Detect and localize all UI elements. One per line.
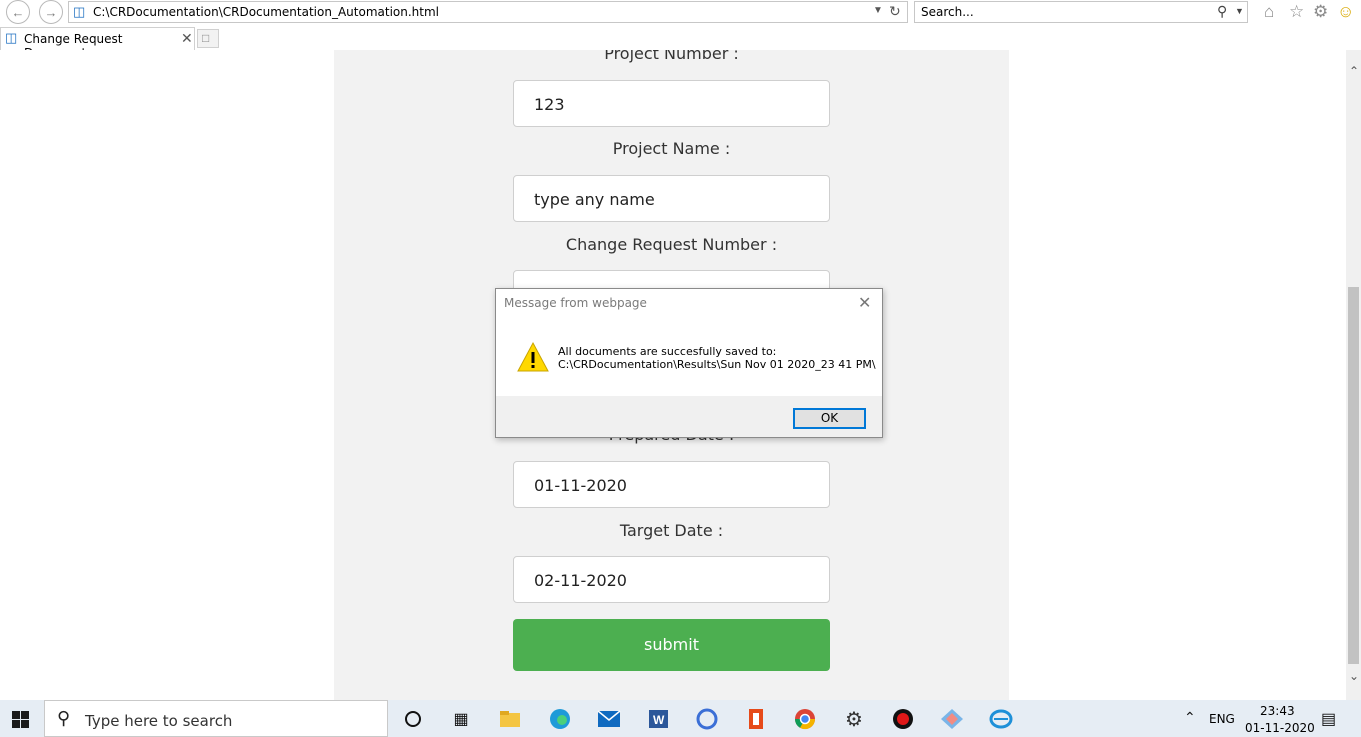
clock-time[interactable]: 23:43 [1260,704,1295,718]
windows-taskbar: ⚲ Type here to search ▦ W ⚙ ⌃ ENG 23:43 … [0,700,1361,737]
dialog-title: Message from webpage [504,296,647,310]
browser-tab[interactable]: ◫ Change Request Document... ✕ [0,27,195,60]
refresh-icon[interactable]: ↻ [889,3,901,20]
forward-icon: → [44,4,58,20]
back-icon: ← [11,4,25,20]
task-view-icon[interactable]: ▦ [449,708,473,730]
dialog-close-icon[interactable]: ✕ [858,293,871,313]
back-button[interactable]: ← [6,0,30,24]
taskbar-search-placeholder: Type here to search [85,712,233,730]
prepared-date-input[interactable]: 01-11-2020 [513,461,830,508]
scroll-up-icon[interactable]: ⌃ [1349,64,1359,78]
ok-button[interactable]: OK [793,408,866,429]
browser-chrome: ← → ◫ C:\CRDocumentation\CRDocumentation… [0,0,1361,60]
home-icon[interactable]: ⌂ [1264,2,1274,22]
dialog-message-line1: All documents are succesfully saved to: [558,345,777,358]
chevron-up-icon[interactable]: ⌃ [1184,709,1196,726]
project-number-label: Project Number : [604,50,739,63]
forward-button[interactable]: → [39,0,63,24]
word-icon[interactable]: W [646,708,670,730]
snip-tool-icon[interactable] [940,708,964,730]
new-tab-icon: □ [202,31,210,45]
ie-tab-icon: ◫ [5,30,18,45]
office-icon[interactable] [744,708,768,730]
warning-icon [517,341,549,372]
settings-gear-icon[interactable]: ⚙ [1313,2,1328,22]
submit-button[interactable]: submit [513,619,830,671]
svg-text:W: W [653,713,665,727]
project-name-label: Project Name : [612,139,731,158]
dialog-footer: OK [496,396,882,437]
close-tab-icon[interactable]: ✕ [181,30,193,47]
page-icon: ◫ [73,4,86,19]
search-icon: ⚲ [57,708,71,728]
chrome-icon[interactable] [793,708,817,730]
scrollbar-thumb[interactable] [1348,287,1359,664]
search-dropdown-icon[interactable]: ▼ [1235,6,1244,16]
internet-explorer-icon[interactable] [989,708,1013,730]
dialog-message-line2: C:\CRDocumentation\Results\Sun Nov 01 20… [558,358,876,371]
windows-start-icon[interactable] [12,711,29,728]
record-icon[interactable] [891,708,915,730]
project-number-input[interactable]: 123 [513,80,830,127]
address-text: C:\CRDocumentation\CRDocumentation_Autom… [93,5,439,19]
new-tab-button[interactable]: □ [197,29,219,48]
address-bar[interactable]: ◫ C:\CRDocumentation\CRDocumentation_Aut… [68,1,908,23]
alert-dialog: Message from webpage ✕ All documents are… [495,288,883,438]
edge-browser-icon[interactable] [548,708,572,730]
smiley-feedback-icon[interactable]: ☺ [1337,2,1354,22]
notification-icon[interactable]: ▤ [1321,709,1336,729]
search-icon[interactable]: ⚲ [1217,3,1227,20]
search-placeholder: Search... [921,5,974,19]
file-explorer-icon[interactable] [498,708,522,730]
mail-icon[interactable] [597,708,621,730]
favorites-star-icon[interactable]: ☆ [1289,2,1304,22]
target-date-label: Target Date : [619,521,724,540]
browser-search-box[interactable]: Search... ⚲ ▼ [914,1,1248,23]
clock-date[interactable]: 01-11-2020 [1245,721,1315,735]
cortana-icon[interactable] [401,708,425,730]
vertical-scrollbar[interactable]: ⌃ ⌄ [1346,50,1361,700]
target-date-input[interactable]: 02-11-2020 [513,556,830,603]
taskbar-search-box[interactable]: ⚲ Type here to search [44,700,388,737]
dropdown-icon[interactable]: ▼ [873,5,883,16]
project-name-input[interactable]: type any name [513,175,830,222]
settings-gear-icon[interactable]: ⚙ [842,708,866,731]
scroll-down-icon[interactable]: ⌄ [1349,669,1359,683]
app-circle-icon[interactable] [695,708,719,730]
cr-number-label: Change Request Number : [565,235,778,254]
input-language[interactable]: ENG [1209,712,1235,726]
